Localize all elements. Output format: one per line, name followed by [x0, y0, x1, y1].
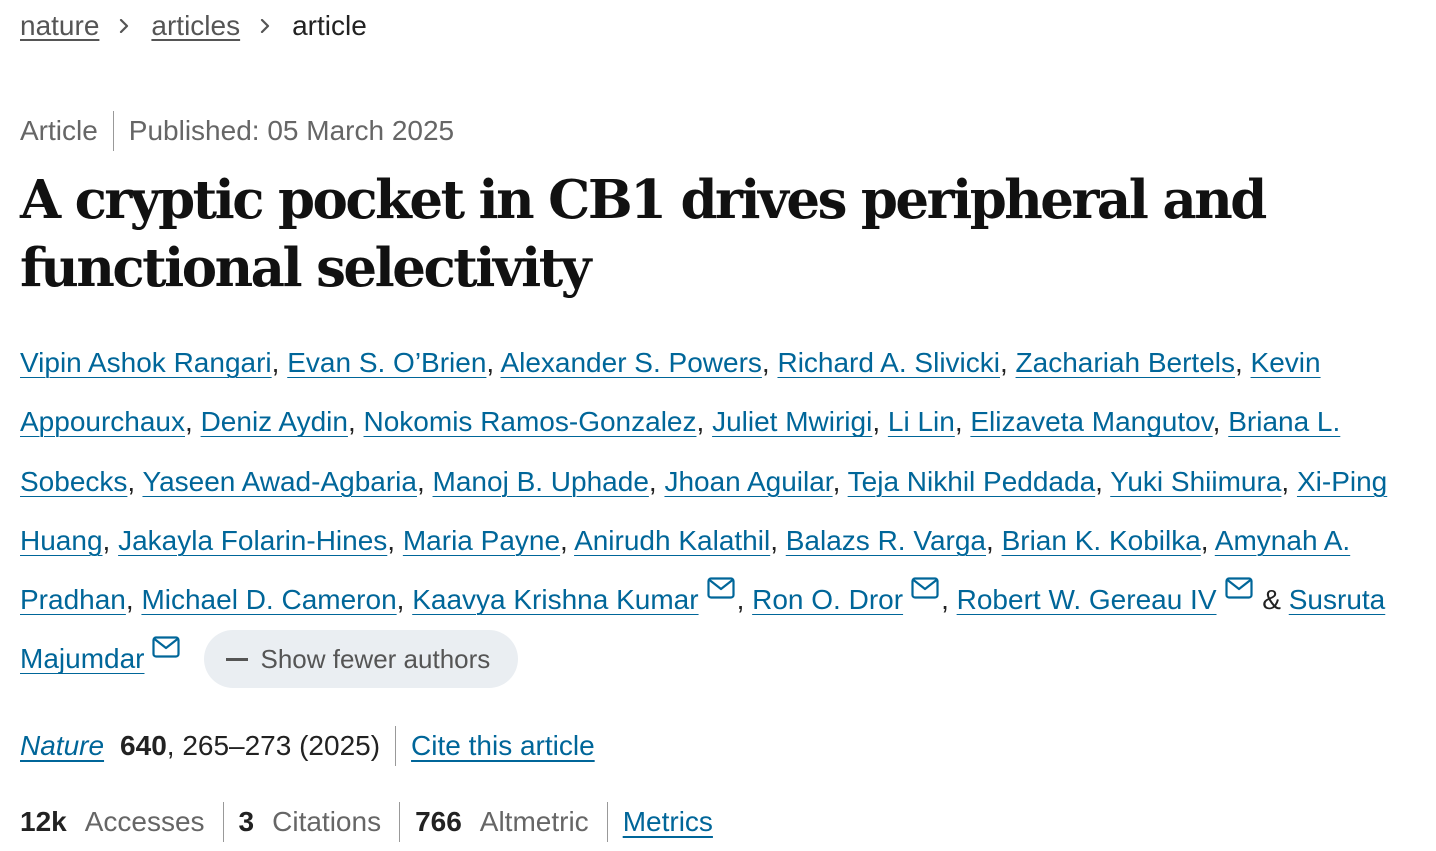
- altmetric-score: 766: [415, 806, 462, 837]
- author-separator: ,: [999, 347, 1016, 378]
- author-separator: ,: [347, 406, 364, 438]
- author-link[interactable]: Anirudh Kalathil: [574, 525, 770, 556]
- minus-icon: [226, 657, 249, 661]
- author-link[interactable]: Jakayla Folarin-Hines: [118, 525, 387, 556]
- author-list: Vipin Ashok Rangari, Evan S. O’Brien, Al…: [20, 333, 1430, 690]
- citation-line: Nature 640 , 265–273 (2025) Cite this ar…: [20, 726, 595, 766]
- author-link[interactable]: Balazs R. Varga: [786, 525, 986, 556]
- article-meta: Article Published: 05 March 2025: [20, 111, 454, 151]
- author-separator: &: [1254, 584, 1289, 616]
- author-separator: ,: [1281, 465, 1297, 497]
- breadcrumb: nature articles article: [20, 8, 367, 44]
- author-link[interactable]: Ron O. Dror: [752, 584, 903, 615]
- author-link[interactable]: Elizaveta Mangutov: [970, 406, 1212, 437]
- author-link[interactable]: Juliet Mwirigi: [712, 406, 872, 437]
- author-link[interactable]: Kaavya Krishna Kumar: [412, 584, 698, 615]
- published-date: Published: 05 March 2025: [128, 115, 455, 146]
- author-separator: ,: [761, 347, 778, 378]
- author-separator: ,: [560, 524, 575, 556]
- author-link[interactable]: Yaseen Awad-Agbaria: [142, 466, 417, 497]
- chevron-right-icon: [120, 19, 129, 33]
- author-link[interactable]: Nokomis Ramos-Gonzalez: [364, 406, 697, 437]
- envelope-icon[interactable]: [152, 636, 181, 659]
- metrics-link[interactable]: Metrics: [623, 806, 713, 838]
- cite-this-article-link[interactable]: Cite this article: [411, 730, 595, 762]
- envelope-icon[interactable]: [706, 577, 735, 599]
- show-fewer-label: Show fewer authors: [260, 643, 491, 674]
- author-link[interactable]: Brian K. Kobilka: [1002, 525, 1201, 556]
- accesses-count: 12k: [20, 806, 67, 837]
- show-fewer-authors-button[interactable]: Show fewer authors: [204, 630, 519, 689]
- author-separator: ,: [387, 524, 403, 556]
- author-link[interactable]: Robert W. Gereau IV: [957, 584, 1217, 615]
- author-separator: ,: [696, 406, 713, 438]
- metrics-bar: 12k Accesses 3 Citations 766 Altmetric M…: [20, 801, 713, 843]
- author-separator: ,: [872, 406, 888, 438]
- author-link[interactable]: Alexander S. Powers: [500, 347, 761, 378]
- author-link[interactable]: Manoj B. Uphade: [433, 466, 649, 497]
- author-link[interactable]: Li Lin: [888, 406, 955, 437]
- author-link[interactable]: Deniz Aydin: [201, 406, 348, 437]
- breadcrumb-nature-link[interactable]: nature: [20, 8, 99, 44]
- breadcrumb-current: article: [292, 10, 367, 41]
- author-separator: ,: [832, 465, 848, 497]
- author-separator: ,: [102, 524, 119, 556]
- author-separator: ,: [1234, 347, 1251, 378]
- author-link[interactable]: Teja Nikhil Peddada: [848, 466, 1096, 497]
- article-title: A cryptic pocket in CB1 drives periphera…: [20, 169, 1267, 299]
- page-range: , 265–273 (2025): [166, 730, 381, 761]
- citations-label: Citations: [272, 806, 382, 837]
- author-link[interactable]: Michael D. Cameron: [141, 584, 396, 615]
- author-link[interactable]: Maria Payne: [403, 525, 560, 556]
- divider: [606, 802, 608, 842]
- author-link[interactable]: Richard A. Slivicki: [777, 347, 1000, 378]
- author-separator: ,: [271, 347, 288, 378]
- author-separator: ,: [1095, 465, 1111, 497]
- author-link[interactable]: Evan S. O’Brien: [287, 347, 486, 378]
- author-separator: ,: [1200, 524, 1215, 556]
- journal-link[interactable]: Nature: [20, 730, 104, 762]
- author-separator: ,: [986, 524, 1002, 556]
- author-separator: ,: [127, 465, 143, 497]
- author-separator: ,: [770, 524, 786, 556]
- author-separator: ,: [954, 406, 971, 438]
- citations-count: 3: [238, 806, 255, 837]
- article-type: Article: [20, 115, 98, 146]
- author-separator: ,: [648, 465, 665, 497]
- envelope-icon[interactable]: [911, 577, 939, 599]
- author-link[interactable]: Vipin Ashok Rangari: [20, 347, 272, 378]
- author-separator: ,: [941, 584, 957, 616]
- envelope-icon[interactable]: [1224, 577, 1253, 599]
- author-separator: ,: [736, 584, 753, 616]
- accesses-label: Accesses: [84, 806, 205, 837]
- divider: [112, 111, 114, 151]
- divider: [399, 802, 401, 842]
- altmetric-label: Altmetric: [479, 806, 589, 837]
- divider: [222, 802, 224, 842]
- author-separator: ,: [416, 465, 433, 497]
- author-link[interactable]: Yuki Shiimura: [1110, 466, 1281, 497]
- author-separator: ,: [185, 406, 201, 438]
- divider: [395, 726, 397, 766]
- author-separator: ,: [486, 347, 501, 378]
- author-separator: ,: [1212, 406, 1229, 438]
- author-link[interactable]: Zachariah Bertels: [1016, 347, 1235, 378]
- author-link[interactable]: Jhoan Aguilar: [664, 466, 832, 497]
- breadcrumb-articles-link[interactable]: articles: [151, 8, 240, 44]
- volume-number: 640: [120, 730, 167, 761]
- author-separator: ,: [396, 584, 413, 616]
- chevron-right-icon: [261, 19, 270, 33]
- author-separator: ,: [125, 584, 142, 616]
